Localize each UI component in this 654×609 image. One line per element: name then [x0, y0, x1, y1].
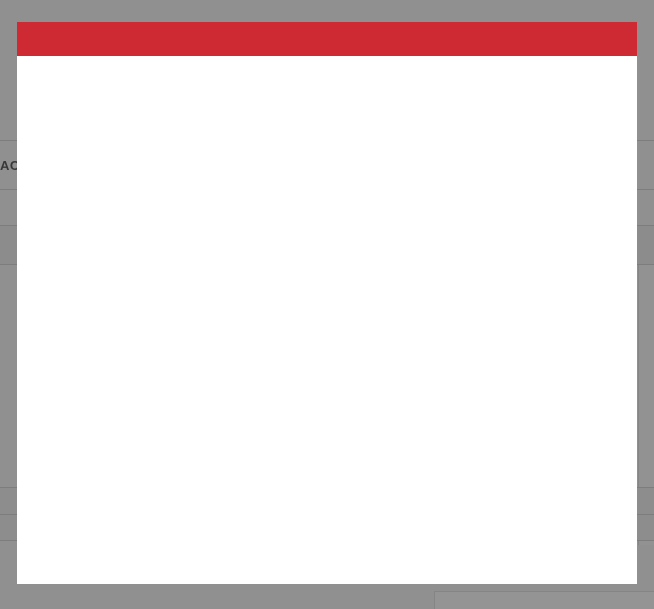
modal-dialog: [17, 22, 637, 584]
modal-header: [17, 22, 637, 56]
modal-body: [17, 56, 637, 584]
